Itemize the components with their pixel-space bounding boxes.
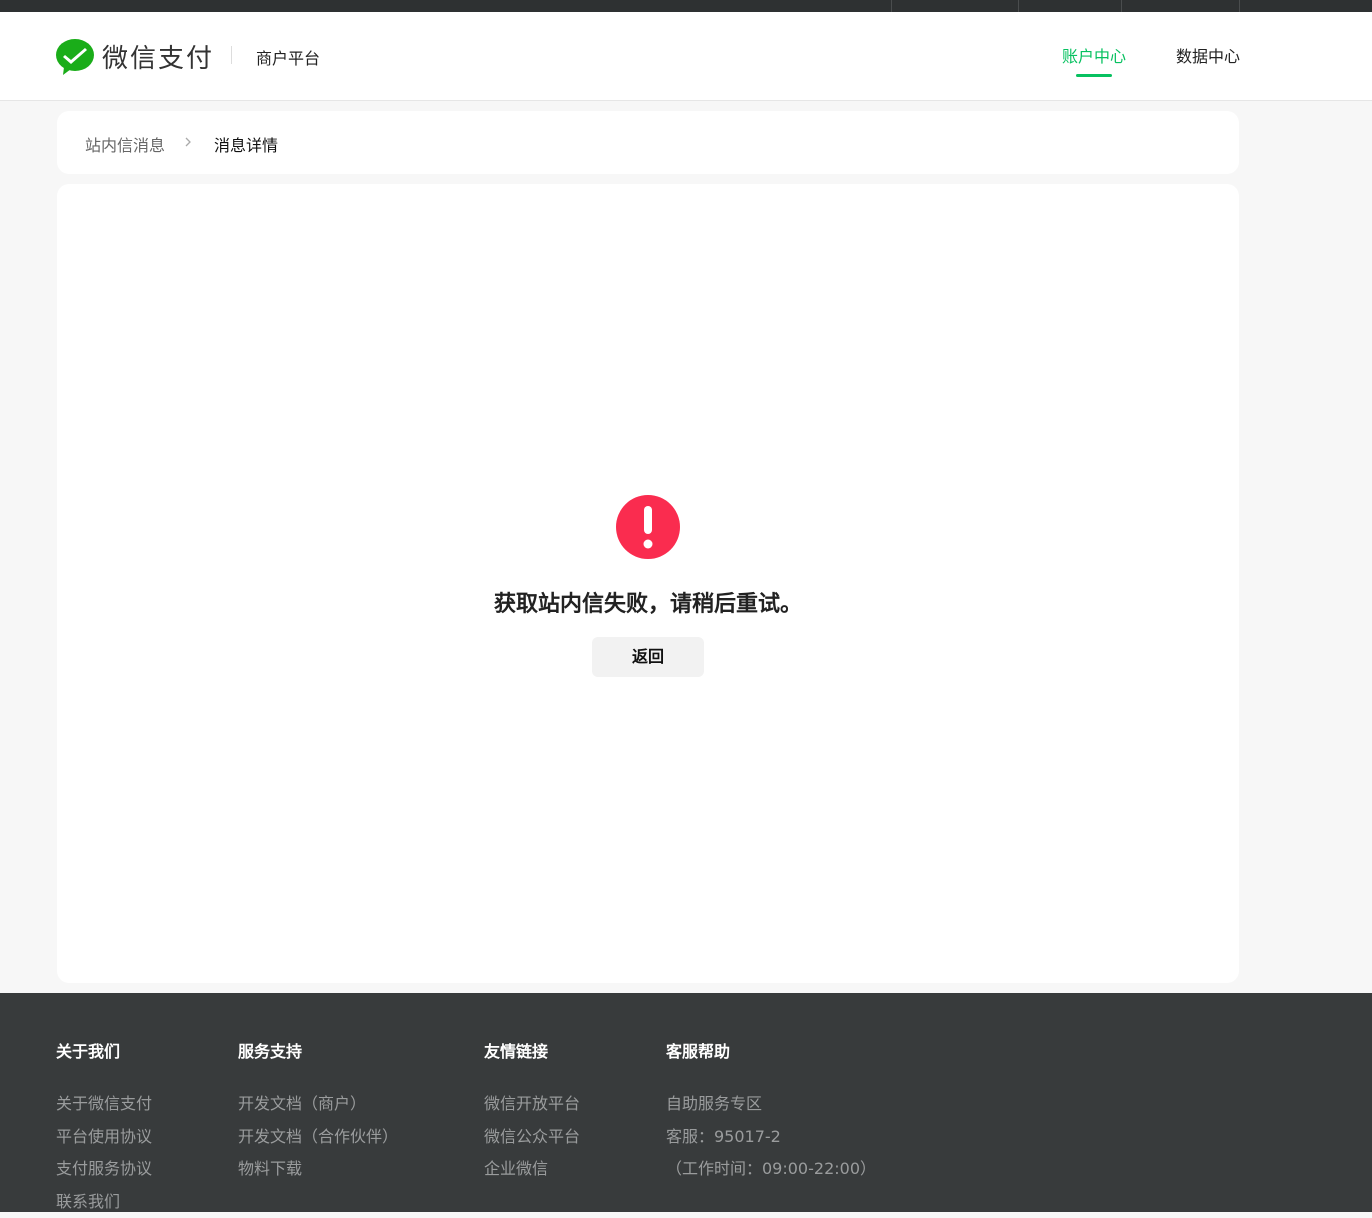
nav-account-center[interactable]: 账户中心 — [1062, 43, 1126, 67]
breadcrumb-link-messages[interactable]: 站内信消息 — [85, 132, 165, 156]
error-message: 获取站内信失败，请稍后重试。 — [57, 586, 1239, 618]
top-strip-divider — [1018, 0, 1019, 12]
platform-title: 商户平台 — [256, 45, 320, 69]
footer-link-self-service[interactable]: 自助服务专区 — [666, 1088, 876, 1121]
chevron-right-icon — [182, 133, 196, 151]
footer-link[interactable]: 开发文档（合作伙伴） — [238, 1121, 398, 1154]
error-alert-icon — [615, 494, 681, 560]
top-strip-divider — [891, 0, 892, 12]
footer-link[interactable]: 联系我们 — [56, 1186, 152, 1218]
message-detail-panel: 获取站内信失败，请稍后重试。 返回 — [57, 184, 1239, 983]
top-strip-divider — [1121, 0, 1122, 12]
footer-column-help: 客服帮助 自助服务专区 客服：95017-2 （工作时间：09:00-22:00… — [666, 1038, 876, 1186]
nav-data-center[interactable]: 数据中心 — [1176, 43, 1240, 67]
footer-hotline: 客服：95017-2 — [666, 1121, 876, 1154]
footer-column-about: 关于我们 关于微信支付 平台使用协议 支付服务协议 联系我们 — [56, 1038, 152, 1218]
footer-link[interactable]: 企业微信 — [484, 1153, 580, 1186]
top-strip — [0, 0, 1372, 12]
site-footer: 关于我们 关于微信支付 平台使用协议 支付服务协议 联系我们 服务支持 开发文档… — [0, 993, 1372, 1212]
footer-column-title: 客服帮助 — [666, 1038, 876, 1062]
footer-link[interactable]: 开发文档（商户） — [238, 1088, 398, 1121]
nav-active-underline — [1076, 74, 1112, 77]
footer-link[interactable]: 关于微信支付 — [56, 1088, 152, 1121]
header-divider — [231, 46, 232, 64]
back-button[interactable]: 返回 — [592, 637, 704, 677]
breadcrumb: 站内信消息 消息详情 — [57, 111, 1239, 174]
wechat-pay-logo-icon — [56, 39, 94, 75]
footer-column-title: 关于我们 — [56, 1038, 152, 1062]
footer-link[interactable]: 微信公众平台 — [484, 1121, 580, 1154]
footer-link[interactable]: 平台使用协议 — [56, 1121, 152, 1154]
footer-link[interactable]: 支付服务协议 — [56, 1153, 152, 1186]
breadcrumb-current: 消息详情 — [214, 132, 278, 156]
wechat-pay-logo[interactable]: 微信支付 — [56, 38, 214, 75]
logo-text: 微信支付 — [102, 38, 214, 75]
footer-link[interactable]: 物料下载 — [238, 1153, 398, 1186]
site-header: 微信支付 商户平台 账户中心 数据中心 — [0, 12, 1372, 101]
footer-column-title: 友情链接 — [484, 1038, 580, 1062]
footer-column-support: 服务支持 开发文档（商户） 开发文档（合作伙伴） 物料下载 — [238, 1038, 398, 1186]
footer-working-hours: （工作时间：09:00-22:00） — [666, 1153, 876, 1186]
footer-column-title: 服务支持 — [238, 1038, 398, 1062]
footer-column-links: 友情链接 微信开放平台 微信公众平台 企业微信 — [484, 1038, 580, 1186]
footer-link[interactable]: 微信开放平台 — [484, 1088, 580, 1121]
top-strip-divider — [1239, 0, 1240, 12]
